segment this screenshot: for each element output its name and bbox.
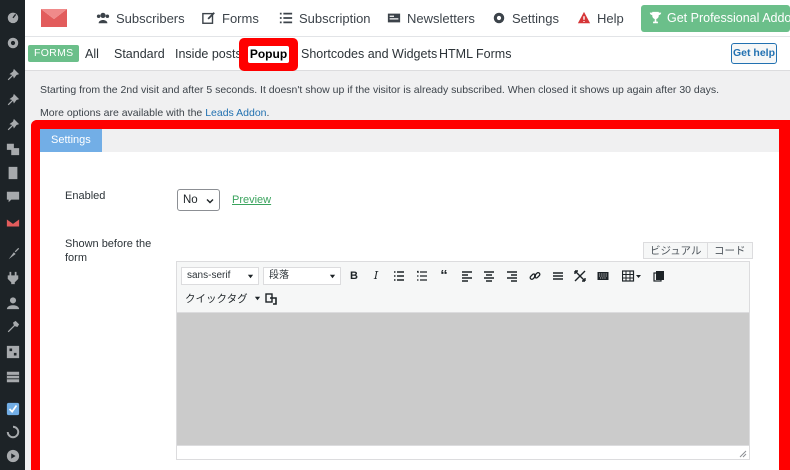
tab-html-forms[interactable]: HTML Forms <box>439 37 511 71</box>
warning-icon <box>577 11 591 24</box>
tab-popup[interactable]: Popup <box>248 46 289 63</box>
sync-icon[interactable] <box>5 425 20 440</box>
more-options-text: More options are available with the Lead… <box>40 107 269 119</box>
read-more-icon[interactable] <box>550 268 566 284</box>
nav-label: Subscription <box>299 11 371 26</box>
editor-statusbar <box>176 445 750 460</box>
tab-visual[interactable]: ビジュアル <box>643 242 709 259</box>
format-select[interactable]: 段落 <box>263 267 341 285</box>
chevron-down-icon <box>247 274 254 279</box>
enabled-value: No <box>183 194 198 206</box>
table-icon[interactable] <box>619 268 645 284</box>
pages-icon[interactable] <box>5 166 20 181</box>
nav-newsletters[interactable]: Newsletters <box>387 0 475 37</box>
pin-icon[interactable] <box>5 93 20 108</box>
align-center-icon[interactable] <box>481 268 497 284</box>
fullscreen-icon[interactable] <box>572 268 588 284</box>
chevron-down-icon <box>329 274 336 279</box>
paste-text-icon[interactable] <box>263 291 279 307</box>
nav-label: Subscribers <box>116 11 185 26</box>
numbered-list-icon[interactable] <box>414 268 430 284</box>
newsletter-plugin-icon[interactable] <box>5 216 20 231</box>
forms-badge: FORMS <box>28 45 80 62</box>
play-icon[interactable] <box>5 449 20 464</box>
appearance-icon[interactable] <box>5 247 20 262</box>
enabled-label: Enabled <box>65 190 106 202</box>
table-icon[interactable] <box>5 370 20 385</box>
align-left-icon[interactable] <box>459 268 475 284</box>
users-icon[interactable] <box>5 296 20 311</box>
panel-tabbar: Settings <box>40 129 779 152</box>
quick-tag-label: クイックタグ <box>185 293 248 305</box>
edit-icon <box>202 12 215 24</box>
tab-shortcodes-widgets[interactable]: Shortcodes and Widgets <box>301 37 437 71</box>
plugins-icon[interactable] <box>5 271 20 286</box>
nav-subscribers[interactable]: Subscribers <box>96 0 185 37</box>
popup-description: Starting from the 2nd visit and after 5 … <box>40 84 720 96</box>
media-icon[interactable] <box>5 142 20 157</box>
tab-all[interactable]: All <box>85 37 99 71</box>
dashboard-icon[interactable] <box>5 10 20 25</box>
nav-help[interactable]: Help <box>577 0 624 37</box>
tools-icon[interactable] <box>5 320 20 335</box>
newsletter-logo-icon[interactable] <box>41 9 67 27</box>
comment-icon[interactable] <box>5 190 20 205</box>
pin-icon[interactable] <box>5 118 20 133</box>
link-icon[interactable] <box>527 268 543 284</box>
editor-content-area[interactable] <box>176 313 750 445</box>
tab-inside-posts[interactable]: Inside posts <box>175 37 242 71</box>
pro-button-label: Get Professional Addons <box>667 11 790 25</box>
editor-toolbar: sans-serif 段落 B I “ クイックタグ <box>176 261 750 313</box>
checkbox-icon[interactable] <box>5 402 20 417</box>
pin-icon[interactable] <box>5 68 20 83</box>
tab-settings[interactable]: Settings <box>40 129 102 152</box>
panel-highlight-right <box>779 120 790 470</box>
keyboard-icon[interactable] <box>595 268 611 284</box>
align-right-icon[interactable] <box>504 268 520 284</box>
font-family-select[interactable]: sans-serif <box>181 267 259 285</box>
nav-settings[interactable]: Settings <box>492 0 559 37</box>
gear-icon[interactable] <box>5 36 20 51</box>
resize-handle-icon[interactable] <box>739 450 747 458</box>
settings-grid-icon[interactable] <box>5 345 20 360</box>
get-help-button[interactable]: Get help <box>731 43 777 64</box>
newspaper-icon <box>387 13 401 23</box>
trophy-icon <box>649 11 662 24</box>
nav-label: Settings <box>512 11 559 26</box>
quick-tag-dropdown[interactable]: クイックタグ <box>185 291 261 306</box>
more-options-suffix: . <box>266 107 270 119</box>
chevron-down-icon <box>206 199 214 204</box>
leads-addon-link[interactable]: Leads Addon <box>205 107 266 119</box>
users-icon <box>96 12 110 24</box>
bullet-list-icon[interactable] <box>391 268 407 284</box>
nav-label: Forms <box>222 11 259 26</box>
chevron-down-icon <box>254 296 260 301</box>
preview-link[interactable]: Preview <box>232 194 271 206</box>
nav-forms[interactable]: Forms <box>202 0 259 37</box>
nav-label: Help <box>597 11 624 26</box>
copy-icon[interactable] <box>651 268 667 284</box>
enabled-select[interactable]: No <box>177 189 220 211</box>
format-value: 段落 <box>269 270 289 281</box>
tab-code[interactable]: コード <box>707 242 753 259</box>
italic-icon[interactable]: I <box>368 268 384 284</box>
nav-subscription[interactable]: Subscription <box>279 0 371 37</box>
bold-icon[interactable]: B <box>346 268 362 284</box>
plugin-header: Subscribers Forms Subscription Newslette… <box>25 0 790 37</box>
wp-admin-sidebar <box>0 0 25 470</box>
list-icon <box>279 12 293 24</box>
more-options-prefix: More options are available with the <box>40 107 206 119</box>
get-pro-addons-button[interactable]: Get Professional Addons <box>641 5 790 32</box>
form-subtabs: FORMS All Standard Inside posts Popup Sh… <box>25 37 790 71</box>
tab-standard[interactable]: Standard <box>114 37 165 71</box>
font-family-value: sans-serif <box>187 270 231 281</box>
gear-icon <box>493 12 505 24</box>
shown-before-label: Shown before the form <box>65 238 152 264</box>
blockquote-icon[interactable]: “ <box>436 268 452 284</box>
tab-popup-highlight[interactable]: Popup <box>239 38 298 71</box>
nav-label: Newsletters <box>407 11 475 26</box>
